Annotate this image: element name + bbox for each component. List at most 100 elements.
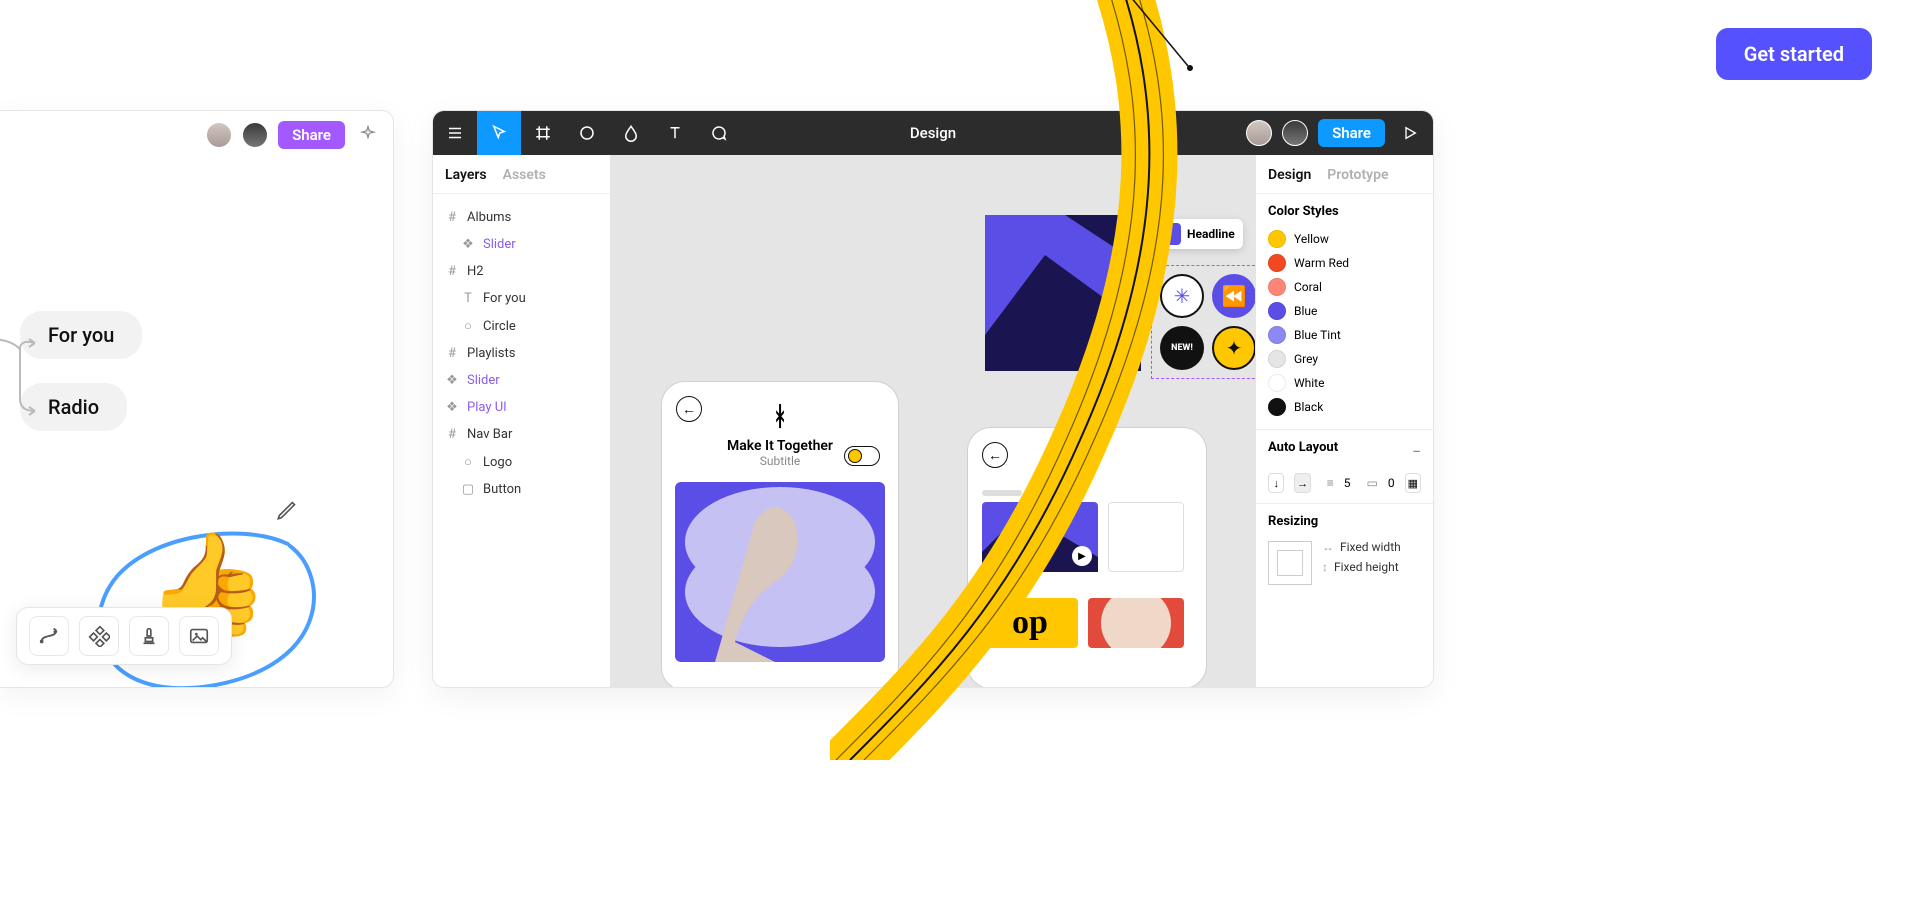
layer-item[interactable]: #Nav Bar: [433, 421, 610, 448]
swatch-icon: [1268, 278, 1286, 296]
artboard-library[interactable]: ← ᚼ ▶ op: [967, 427, 1207, 687]
color-style-row[interactable]: Blue: [1268, 299, 1421, 323]
app-toolbar: Design Share: [433, 111, 1433, 155]
swatch-icon: [1268, 302, 1286, 320]
text-tool-icon[interactable]: [653, 111, 697, 155]
sticker-new-badge[interactable]: NEW!: [1160, 326, 1204, 370]
widgets-tool-icon[interactable]: [79, 616, 119, 656]
get-started-button[interactable]: Get started: [1716, 28, 1872, 80]
track-thumb-empty[interactable]: [1108, 502, 1184, 572]
album-tile[interactable]: [1088, 598, 1184, 648]
album-art[interactable]: [675, 482, 885, 662]
artboard-player[interactable]: ← ᚼ Make It Together Subtitle: [661, 381, 899, 687]
canvas-shape[interactable]: [985, 215, 1141, 371]
share-button[interactable]: Share: [278, 121, 345, 149]
layer-list: #Albums ❖Slider #H2 TFor you ○Circle #Pl…: [433, 194, 610, 513]
color-style-row[interactable]: Yellow: [1268, 227, 1421, 251]
sparkle-icon[interactable]: [355, 122, 381, 148]
swatch-icon: [1268, 254, 1286, 272]
play-icon[interactable]: ▶: [1072, 546, 1092, 566]
image-tool-icon[interactable]: [179, 616, 219, 656]
connector-tool-icon[interactable]: [29, 616, 69, 656]
color-style-row[interactable]: White: [1268, 371, 1421, 395]
layer-item[interactable]: TFor you: [433, 285, 610, 312]
layer-label: Slider: [467, 373, 500, 388]
layer-label: Albums: [467, 210, 511, 225]
component-icon: [1159, 223, 1181, 245]
swatch-icon: [1268, 326, 1286, 344]
layer-item[interactable]: ❖Slider: [433, 231, 610, 258]
color-label: Black: [1294, 400, 1323, 414]
toggle-knob: [848, 449, 862, 463]
swatch-icon: [1268, 398, 1286, 416]
figjam-window: Share For you Radio 👍: [0, 110, 394, 688]
sticker-sparkle-icon[interactable]: ✦: [1212, 326, 1255, 370]
move-tool-icon[interactable]: [477, 111, 521, 155]
present-icon[interactable]: [1395, 111, 1425, 155]
avatar: [1282, 120, 1308, 146]
layer-label: H2: [467, 264, 484, 279]
skeleton-line: [982, 586, 1022, 592]
comment-tool-icon[interactable]: [697, 111, 741, 155]
tag-label: Headline: [1187, 227, 1235, 241]
layer-item[interactable]: #H2: [433, 258, 610, 285]
direction-vertical-icon[interactable]: ↓: [1268, 473, 1284, 493]
layer-label: For you: [483, 291, 526, 306]
height-mode[interactable]: ↕Fixed height: [1322, 557, 1401, 577]
toggle[interactable]: [844, 446, 880, 466]
sticker-star-icon[interactable]: ✳: [1160, 274, 1204, 318]
prop-label: Fixed width: [1340, 540, 1401, 554]
layer-label: Play UI: [467, 400, 507, 415]
tab-prototype[interactable]: Prototype: [1327, 167, 1388, 183]
skeleton-line: [982, 490, 1022, 496]
color-label: Grey: [1294, 352, 1318, 366]
ellipse-tool-icon[interactable]: [565, 111, 609, 155]
tab-assets[interactable]: Assets: [503, 167, 546, 183]
layer-item[interactable]: ❖Play UI: [433, 394, 610, 421]
tab-design[interactable]: Design: [1268, 167, 1311, 183]
color-style-row[interactable]: Coral: [1268, 275, 1421, 299]
sticker-group[interactable]: ✳ ⏪ NEW! ✦: [1151, 265, 1255, 379]
layer-item[interactable]: ○Logo: [433, 448, 610, 476]
resize-preview-icon[interactable]: [1268, 541, 1312, 585]
figjam-topbar: Share: [194, 111, 393, 159]
tab-layers[interactable]: Layers: [445, 167, 487, 183]
layer-item[interactable]: ❖Slider: [433, 367, 610, 394]
frame-tool-icon[interactable]: [521, 111, 565, 155]
layer-label: Logo: [483, 455, 512, 470]
menu-icon[interactable]: [433, 111, 477, 155]
color-label: Warm Red: [1294, 256, 1349, 270]
gap-value[interactable]: 5: [1344, 476, 1351, 490]
layer-label: Nav Bar: [467, 427, 512, 442]
color-style-row[interactable]: Blue Tint: [1268, 323, 1421, 347]
swatch-icon: [1268, 374, 1286, 392]
avatar: [206, 122, 232, 148]
resizing-section: Resizing ↔Fixed width ↕Fixed height: [1256, 504, 1433, 599]
layer-item[interactable]: #Albums: [433, 204, 610, 231]
stamp-tool-icon[interactable]: [129, 616, 169, 656]
pencil-icon: [275, 496, 301, 522]
swatch-icon: [1268, 230, 1286, 248]
color-style-row[interactable]: Grey: [1268, 347, 1421, 371]
share-button[interactable]: Share: [1318, 119, 1385, 147]
sticker-rewind-icon[interactable]: ⏪: [1212, 274, 1255, 318]
album-tile[interactable]: op: [982, 598, 1078, 648]
pen-tool-icon[interactable]: [609, 111, 653, 155]
track-thumb[interactable]: ▶: [982, 502, 1098, 572]
layer-item[interactable]: ○Circle: [433, 312, 610, 340]
padding-value[interactable]: 0: [1388, 476, 1395, 490]
color-style-row[interactable]: Black: [1268, 395, 1421, 419]
alignment-icon[interactable]: ▦: [1405, 473, 1421, 493]
remove-icon[interactable]: −: [1412, 442, 1421, 461]
headline-tag[interactable]: Headline: [1151, 219, 1243, 249]
color-style-row[interactable]: Warm Red: [1268, 251, 1421, 275]
direction-horizontal-icon[interactable]: →: [1294, 473, 1310, 493]
figjam-toolbar: [16, 607, 232, 665]
avatar: [1246, 120, 1272, 146]
layer-item[interactable]: #Playlists: [433, 340, 610, 367]
width-mode[interactable]: ↔Fixed width: [1322, 537, 1401, 557]
inspector-panel: Design Prototype Color Styles Yellow War…: [1255, 155, 1433, 687]
layer-item[interactable]: ▢Button: [433, 476, 610, 503]
canvas[interactable]: Headline ✳ ⏪ NEW! ✦ ← ᚼ Make It Together…: [611, 155, 1255, 687]
design-window: Design Share Layers Assets #Albums ❖Slid…: [432, 110, 1434, 688]
